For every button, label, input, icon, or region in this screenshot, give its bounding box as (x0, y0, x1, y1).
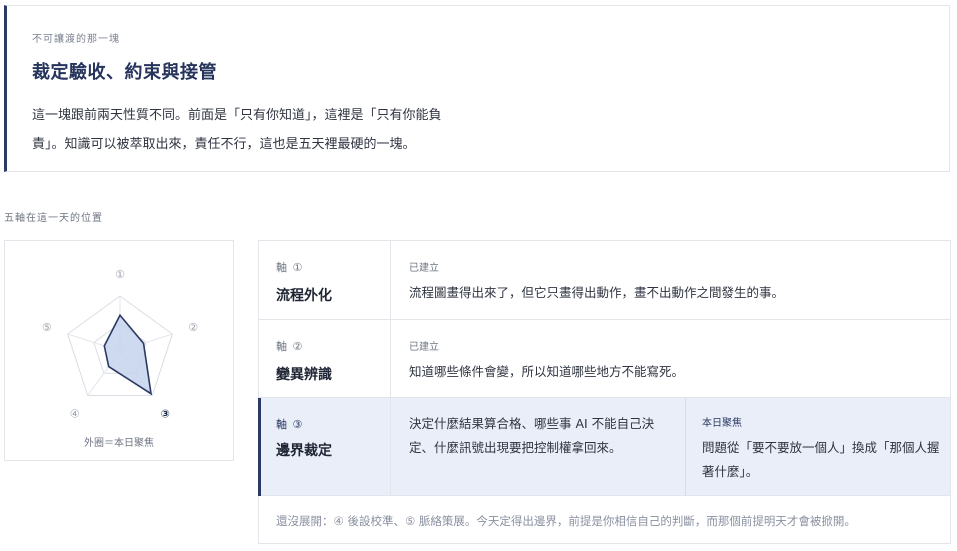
axis-status: 已建立 (409, 263, 439, 274)
axis-number: 軸 ③ (276, 418, 304, 431)
radar-data-area (103, 313, 153, 396)
axis-table: 軸 ① 流程外化 已建立 流程圖畫得出來了，但它只畫得出動作，畫不出動作之間發生… (258, 240, 951, 544)
radar-axis-label: ⑤ (42, 321, 52, 334)
intro-body: 這一塊跟前兩天性質不同。前面是「只有你知道」，這裡是「只有你能負 責」。知識可以… (32, 101, 512, 159)
footer-note: 還沒展開：④ 後設校準、⑤ 脈絡策展。今天定得出邊界，前提是你相信自己的判斷，而… (276, 514, 856, 528)
radar-axis-label: ④ (70, 407, 80, 420)
intro-card: 不可讓渡的那一塊 裁定驗收、約束與接管 這一塊跟前兩天性質不同。前面是「只有你知… (4, 5, 950, 172)
axis-name: 變異辨識 (276, 367, 332, 383)
radar-axis-label: ③ (161, 407, 170, 420)
axis-row-focused: 軸 ③ 邊界裁定 決定什麼結果算合格、哪些事 AI 不能自己決定、什麼訊號出現要… (258, 398, 950, 496)
axis-description: 決定什麼結果算合格、哪些事 AI 不能自己決定、什麼訊號出現要把控制權拿回來。 (409, 416, 655, 455)
intro-title: 裁定驗收、約束與接管 (32, 62, 217, 83)
radar-caption: 外圈＝本日聚焦 (84, 438, 154, 449)
axis-number: 軸 ① (276, 261, 304, 274)
axis-number: 軸 ② (276, 340, 304, 353)
axis-row: 軸 ① 流程外化 已建立 流程圖畫得出來了，但它只畫得出動作，畫不出動作之間發生… (259, 241, 950, 320)
axis-description: 流程圖畫得出來了，但它只畫得出動作，畫不出動作之間發生的事。 (409, 285, 785, 300)
axis-head: 軸 ① 流程外化 (259, 241, 391, 319)
intro-body-line: 責」。知識可以被萃取出來，責任不行，這也是五天裡最硬的一塊。 (32, 137, 416, 152)
axis-row: 軸 ② 變異辨識 已建立 知道哪些條件會變，所以知道哪些地方不能寫死。 (259, 320, 950, 398)
focus-text: 問題從「要不要放一個人」換成「那個人握著什麼」。 (702, 440, 940, 479)
radar-chart: ① ② ③ ④ ⑤ (42, 268, 198, 420)
radar-axis-label: ② (188, 321, 198, 334)
focus-label: 本日聚焦 (702, 418, 742, 429)
focus-panel: 本日聚焦 問題從「要不要放一個人」換成「那個人握著什麼」。 (685, 398, 950, 496)
intro-body-line: 這一塊跟前兩天性質不同。前面是「只有你知道」，這裡是「只有你能負 (32, 108, 442, 123)
radar-card: ① ② ③ ④ ⑤ 外圈＝本日聚焦 (4, 240, 234, 461)
radar-axis-label: ① (115, 268, 125, 281)
axis-head: 軸 ③ 邊界裁定 (259, 398, 391, 495)
axis-description: 知道哪些條件會變，所以知道哪些地方不能寫死。 (409, 364, 685, 379)
axis-head: 軸 ② 變異辨識 (259, 320, 391, 397)
axis-name: 流程外化 (276, 288, 332, 304)
intro-kicker: 不可讓渡的那一塊 (32, 34, 120, 45)
section-label: 五軸在這一天的位置 (4, 213, 103, 224)
axis-status: 已建立 (409, 342, 439, 353)
axis-name: 邊界裁定 (276, 443, 332, 459)
